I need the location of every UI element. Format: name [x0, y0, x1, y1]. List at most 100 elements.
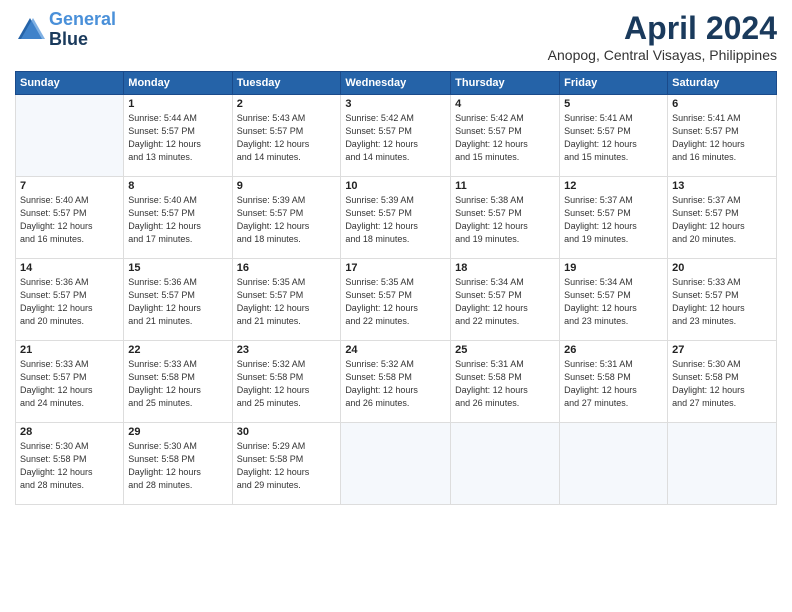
calendar-cell: 23 Sunrise: 5:32 AM Sunset: 5:58 PM Dayli… — [232, 341, 341, 423]
calendar-cell: 7Sunrise: 5:40 AM Sunset: 5:57 PM Daylig… — [16, 177, 124, 259]
day-number: 8 — [128, 180, 227, 192]
day-number: 18 — [455, 262, 555, 274]
day-number: 6 — [672, 98, 772, 110]
calendar-cell: 30Sunrise: 5:29 AM Sunset: 5:58 PM Dayli… — [232, 423, 341, 505]
day-info: Sunrise: 5:34 AM Sunset: 5:57 PM Dayligh… — [564, 276, 663, 328]
day-number: 26 — [564, 344, 663, 356]
calendar-header-row: SundayMondayTuesdayWednesdayThursdayFrid… — [16, 72, 777, 95]
column-header-thursday: Thursday — [451, 72, 560, 95]
week-row-4: 21Sunrise: 5:33 AM Sunset: 5:57 PM Dayli… — [16, 341, 777, 423]
calendar-cell: 5Sunrise: 5:41 AM Sunset: 5:57 PM Daylig… — [560, 95, 668, 177]
column-header-tuesday: Tuesday — [232, 72, 341, 95]
month-title: April 2024 — [548, 10, 777, 47]
day-number: 28 — [20, 426, 119, 438]
column-header-sunday: Sunday — [16, 72, 124, 95]
day-info: Sunrise: 5:39 AM Sunset: 5:57 PM Dayligh… — [237, 194, 337, 246]
calendar-cell: 21Sunrise: 5:33 AM Sunset: 5:57 PM Dayli… — [16, 341, 124, 423]
calendar-cell — [16, 95, 124, 177]
calendar-cell: 10 Sunrise: 5:39 AM Sunset: 5:57 PM Dayli… — [341, 177, 451, 259]
day-number: 22 — [128, 344, 227, 356]
day-info: Sunrise: 5:35 AM Sunset: 5:57 PM Dayligh… — [237, 276, 337, 328]
day-number: 30 — [237, 426, 337, 438]
header: General Blue April 2024 Anopog, Central … — [15, 10, 777, 63]
day-number: 10 — [345, 180, 446, 192]
day-info: Sunrise: 5:44 AM Sunset: 5:57 PM Dayligh… — [128, 112, 227, 164]
subtitle: Anopog, Central Visayas, Philippines — [548, 47, 777, 63]
day-info: Sunrise: 5:35 AM Sunset: 5:57 PM Dayligh… — [345, 276, 446, 328]
day-number: 14 — [20, 262, 119, 274]
day-info: Sunrise: 5:39 AM Sunset: 5:57 PM Dayligh… — [345, 194, 446, 246]
day-number: 24 — [345, 344, 446, 356]
day-info: Sunrise: 5:42 AM Sunset: 5:57 PM Dayligh… — [345, 112, 446, 164]
calendar-cell — [668, 423, 777, 505]
day-info: Sunrise: 5:43 AM Sunset: 5:57 PM Dayligh… — [237, 112, 337, 164]
logo: General Blue — [15, 10, 116, 50]
calendar-cell: 25 Sunrise: 5:31 AM Sunset: 5:58 PM Dayli… — [451, 341, 560, 423]
column-header-wednesday: Wednesday — [341, 72, 451, 95]
calendar-cell: 11 Sunrise: 5:38 AM Sunset: 5:57 PM Dayli… — [451, 177, 560, 259]
day-info: Sunrise: 5:31 AM Sunset: 5:58 PM Dayligh… — [564, 358, 663, 410]
day-number: 20 — [672, 262, 772, 274]
day-info: Sunrise: 5:41 AM Sunset: 5:57 PM Dayligh… — [672, 112, 772, 164]
day-info: Sunrise: 5:33 AM Sunset: 5:58 PM Dayligh… — [128, 358, 227, 410]
day-number: 25 — [455, 344, 555, 356]
day-info: Sunrise: 5:36 AM Sunset: 5:57 PM Dayligh… — [128, 276, 227, 328]
calendar-cell: 1 Sunrise: 5:44 AM Sunset: 5:57 PM Daylig… — [124, 95, 232, 177]
day-number: 16 — [237, 262, 337, 274]
day-number: 23 — [237, 344, 337, 356]
calendar-cell: 2 Sunrise: 5:43 AM Sunset: 5:57 PM Daylig… — [232, 95, 341, 177]
column-header-saturday: Saturday — [668, 72, 777, 95]
logo-icon — [15, 15, 45, 45]
page: General Blue April 2024 Anopog, Central … — [0, 0, 792, 612]
week-row-2: 7Sunrise: 5:40 AM Sunset: 5:57 PM Daylig… — [16, 177, 777, 259]
day-info: Sunrise: 5:34 AM Sunset: 5:57 PM Dayligh… — [455, 276, 555, 328]
column-header-friday: Friday — [560, 72, 668, 95]
day-number: 2 — [237, 98, 337, 110]
calendar-cell: 29Sunrise: 5:30 AM Sunset: 5:58 PM Dayli… — [124, 423, 232, 505]
day-info: Sunrise: 5:30 AM Sunset: 5:58 PM Dayligh… — [20, 440, 119, 492]
day-info: Sunrise: 5:36 AM Sunset: 5:57 PM Dayligh… — [20, 276, 119, 328]
day-number: 29 — [128, 426, 227, 438]
day-info: Sunrise: 5:32 AM Sunset: 5:58 PM Dayligh… — [237, 358, 337, 410]
calendar-cell: 15 Sunrise: 5:36 AM Sunset: 5:57 PM Dayli… — [124, 259, 232, 341]
calendar-cell: 13 Sunrise: 5:37 AM Sunset: 5:57 PM Dayli… — [668, 177, 777, 259]
column-header-monday: Monday — [124, 72, 232, 95]
day-number: 12 — [564, 180, 663, 192]
calendar-cell — [451, 423, 560, 505]
calendar-cell: 4Sunrise: 5:42 AM Sunset: 5:57 PM Daylig… — [451, 95, 560, 177]
day-info: Sunrise: 5:33 AM Sunset: 5:57 PM Dayligh… — [20, 358, 119, 410]
calendar-cell: 3 Sunrise: 5:42 AM Sunset: 5:57 PM Daylig… — [341, 95, 451, 177]
day-info: Sunrise: 5:37 AM Sunset: 5:57 PM Dayligh… — [564, 194, 663, 246]
calendar-cell: 8Sunrise: 5:40 AM Sunset: 5:57 PM Daylig… — [124, 177, 232, 259]
calendar-cell: 18 Sunrise: 5:34 AM Sunset: 5:57 PM Dayli… — [451, 259, 560, 341]
day-info: Sunrise: 5:31 AM Sunset: 5:58 PM Dayligh… — [455, 358, 555, 410]
day-number: 11 — [455, 180, 555, 192]
day-info: Sunrise: 5:41 AM Sunset: 5:57 PM Dayligh… — [564, 112, 663, 164]
calendar-cell: 28 Sunrise: 5:30 AM Sunset: 5:58 PM Dayli… — [16, 423, 124, 505]
day-number: 13 — [672, 180, 772, 192]
day-info: Sunrise: 5:30 AM Sunset: 5:58 PM Dayligh… — [672, 358, 772, 410]
day-number: 15 — [128, 262, 227, 274]
day-info: Sunrise: 5:32 AM Sunset: 5:58 PM Dayligh… — [345, 358, 446, 410]
calendar-cell: 20 Sunrise: 5:33 AM Sunset: 5:57 PM Dayli… — [668, 259, 777, 341]
calendar-cell: 26 Sunrise: 5:31 AM Sunset: 5:58 PM Dayli… — [560, 341, 668, 423]
calendar-cell: 24 Sunrise: 5:32 AM Sunset: 5:58 PM Dayli… — [341, 341, 451, 423]
day-info: Sunrise: 5:33 AM Sunset: 5:57 PM Dayligh… — [672, 276, 772, 328]
day-number: 1 — [128, 98, 227, 110]
day-info: Sunrise: 5:37 AM Sunset: 5:57 PM Dayligh… — [672, 194, 772, 246]
calendar-cell: 14 Sunrise: 5:36 AM Sunset: 5:57 PM Dayli… — [16, 259, 124, 341]
logo-text: General Blue — [49, 10, 116, 50]
day-info: Sunrise: 5:40 AM Sunset: 5:57 PM Dayligh… — [20, 194, 119, 246]
calendar-cell: 16 Sunrise: 5:35 AM Sunset: 5:57 PM Dayli… — [232, 259, 341, 341]
day-number: 3 — [345, 98, 446, 110]
day-number: 17 — [345, 262, 446, 274]
day-info: Sunrise: 5:38 AM Sunset: 5:57 PM Dayligh… — [455, 194, 555, 246]
calendar-cell: 17 Sunrise: 5:35 AM Sunset: 5:57 PM Dayli… — [341, 259, 451, 341]
calendar-cell: 6 Sunrise: 5:41 AM Sunset: 5:57 PM Daylig… — [668, 95, 777, 177]
calendar-cell: 12 Sunrise: 5:37 AM Sunset: 5:57 PM Dayli… — [560, 177, 668, 259]
day-number: 27 — [672, 344, 772, 356]
title-section: April 2024 Anopog, Central Visayas, Phil… — [548, 10, 777, 63]
calendar: SundayMondayTuesdayWednesdayThursdayFrid… — [15, 71, 777, 505]
day-number: 4 — [455, 98, 555, 110]
day-number: 9 — [237, 180, 337, 192]
